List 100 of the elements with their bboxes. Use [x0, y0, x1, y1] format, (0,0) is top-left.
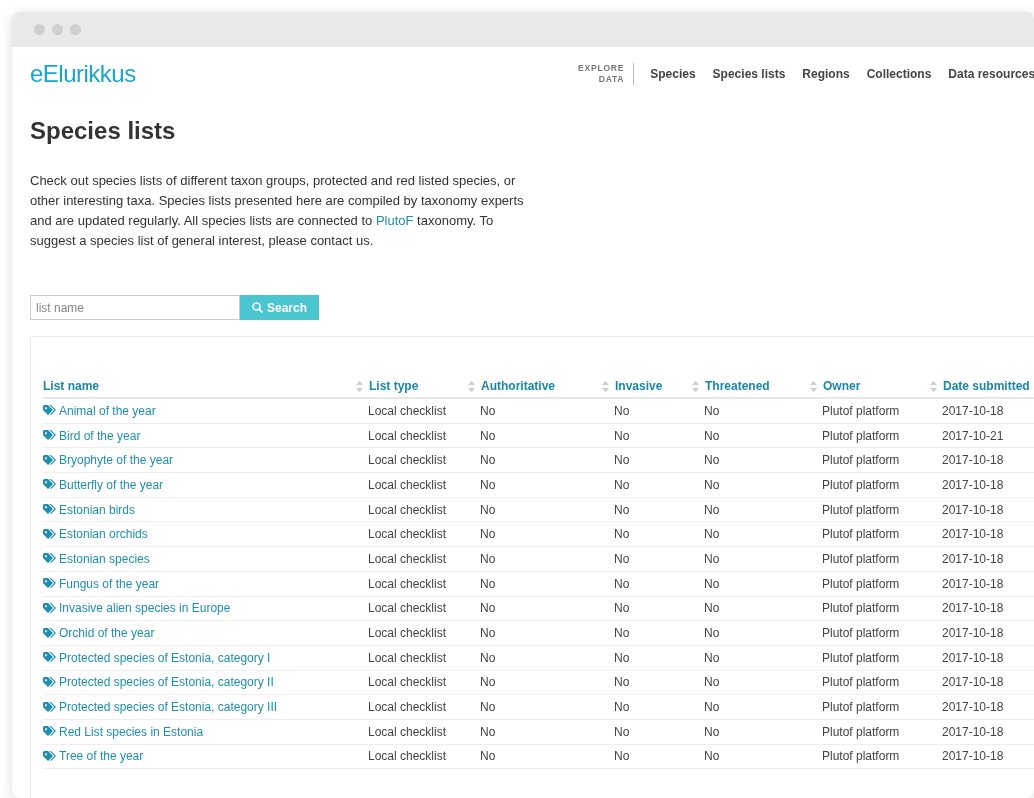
- table-cell-text: No: [613, 724, 631, 739]
- table-cell-text: 2017-10-18: [941, 477, 1005, 492]
- table-cell-text: Local checklist: [367, 502, 448, 517]
- list-link[interactable]: Red List species in Estonia: [43, 724, 356, 739]
- column-header[interactable]: Owner: [820, 379, 861, 393]
- table-cell-text: Local checklist: [367, 626, 448, 641]
- list-link[interactable]: Butterfly of the year: [43, 477, 356, 492]
- table-cell-text: No: [613, 601, 631, 616]
- table-cell-text: No: [613, 749, 631, 764]
- table-cell-text: Local checklist: [367, 650, 448, 665]
- list-link[interactable]: Bryophyte of the year: [43, 453, 356, 468]
- table-cell-text: No: [703, 403, 721, 418]
- nav-link[interactable]: Regions: [802, 67, 850, 81]
- table-cell-text: No: [479, 675, 497, 690]
- table-cell-text: Local checklist: [367, 576, 448, 591]
- nav-link[interactable]: Species: [650, 67, 696, 81]
- page-title: Species lists: [30, 117, 177, 145]
- table-cell-text: Plutof platform: [821, 502, 901, 517]
- column-header[interactable]: List type: [366, 379, 419, 393]
- table-cell-text: Local checklist: [367, 477, 448, 492]
- table-cell-text: 2017-10-18: [941, 403, 1005, 418]
- search-field[interactable]: list name: [30, 295, 240, 320]
- list-link[interactable]: Bird of the year: [43, 428, 356, 443]
- column-header[interactable]: Invasive: [612, 379, 663, 393]
- list-link[interactable]: Estonian orchids: [43, 527, 356, 542]
- table-cell-text: No: [613, 675, 631, 690]
- table-cell-text: 2017-10-18: [941, 502, 1005, 517]
- table-cell-text: 2017-10-18: [941, 749, 1005, 764]
- sort-icon[interactable]: [692, 380, 699, 392]
- table-cell-text: 2017-10-18: [941, 650, 1005, 665]
- tags-icon: [43, 701, 56, 713]
- table-cell-text: Plutof platform: [821, 724, 901, 739]
- window-control-dot[interactable]: [52, 24, 63, 35]
- table-cell-text: No: [479, 650, 497, 665]
- table-cell-text: No: [703, 749, 721, 764]
- table-cell-text: No: [613, 650, 631, 665]
- table-cell-text: Plutof platform: [821, 675, 901, 690]
- table-cell-text: No: [703, 527, 721, 542]
- list-link[interactable]: Orchid of the year: [43, 626, 356, 641]
- nav-link[interactable]: Collections: [866, 67, 932, 81]
- list-link[interactable]: Protected species of Estonia, category III: [43, 700, 356, 715]
- list-link[interactable]: Protected species of Estonia, category II: [43, 675, 356, 690]
- table-cell-text: No: [703, 700, 721, 715]
- table-cell-text: No: [703, 675, 721, 690]
- search-button[interactable]: Search: [240, 295, 319, 320]
- table-cell-text: No: [479, 453, 497, 468]
- sort-icon[interactable]: [930, 380, 937, 392]
- table-cell-text: No: [479, 403, 497, 418]
- column-header[interactable]: Authoritative: [478, 379, 555, 393]
- table-cell-text: No: [479, 601, 497, 616]
- table-cell-text: Plutof platform: [821, 576, 901, 591]
- sort-icon[interactable]: [468, 380, 475, 392]
- table-cell-text: Plutof platform: [821, 626, 901, 641]
- table-cell-text: No: [613, 700, 631, 715]
- table-cell-text: Local checklist: [367, 601, 448, 616]
- table-cell-text: No: [703, 428, 721, 443]
- search-icon: [252, 302, 263, 313]
- table-cell-text: 2017-10-18: [941, 601, 1005, 616]
- table-cell-text: Plutof platform: [821, 650, 901, 665]
- table-cell-text: No: [703, 453, 721, 468]
- table-cell-text: No: [703, 650, 721, 665]
- sort-icon[interactable]: [356, 380, 363, 392]
- sort-icon[interactable]: [810, 380, 817, 392]
- sort-icon[interactable]: [602, 380, 609, 392]
- table-cell-text: No: [613, 428, 631, 443]
- tags-icon: [43, 479, 56, 491]
- table-cell-text: No: [613, 527, 631, 542]
- table-cell-text: 2017-10-21: [941, 428, 1005, 443]
- nav-link[interactable]: Data resources: [948, 67, 1034, 81]
- window-control-dot[interactable]: [70, 24, 81, 35]
- column-header[interactable]: Date submitted: [940, 379, 1030, 393]
- window-control-dot[interactable]: [34, 24, 45, 35]
- list-link[interactable]: Estonian birds: [43, 502, 356, 517]
- list-link[interactable]: Estonian species: [43, 551, 356, 566]
- tags-icon: [43, 726, 56, 738]
- table-cell-text: Plutof platform: [821, 551, 901, 566]
- tags-icon: [43, 750, 56, 762]
- table-cell-text: No: [479, 502, 497, 517]
- table-cell-text: No: [479, 527, 497, 542]
- table-cell-text: Local checklist: [367, 700, 448, 715]
- column-header[interactable]: Threatened: [702, 379, 770, 393]
- plutof-link[interactable]: PlutoF: [375, 213, 414, 228]
- table-cell-text: No: [703, 601, 721, 616]
- list-link[interactable]: Animal of the year: [43, 403, 356, 418]
- column-header[interactable]: List name: [43, 379, 99, 393]
- list-link[interactable]: Tree of the year: [43, 749, 356, 764]
- tags-icon: [43, 430, 56, 442]
- table-cell-text: Plutof platform: [821, 700, 901, 715]
- table-cell-text: Local checklist: [367, 551, 448, 566]
- list-link[interactable]: Invasive alien species in Europe: [43, 601, 356, 616]
- nav-link[interactable]: Species lists: [712, 67, 786, 81]
- table-cell-text: No: [479, 749, 497, 764]
- site-logo[interactable]: eElurikkus: [30, 60, 136, 88]
- nav-caption: EXPLORE DATA: [578, 63, 635, 85]
- tags-icon: [43, 602, 56, 614]
- table-cell-text: No: [479, 477, 497, 492]
- table-cell-text: No: [613, 551, 631, 566]
- table-cell-text: No: [479, 700, 497, 715]
- list-link[interactable]: Protected species of Estonia, category I: [43, 650, 356, 665]
- list-link[interactable]: Fungus of the year: [43, 576, 356, 591]
